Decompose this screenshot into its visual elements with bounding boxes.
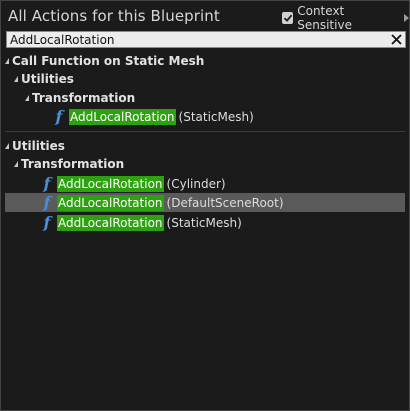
match-highlight: AddLocalRotation (69, 108, 176, 125)
match-highlight: AddLocalRotation (57, 214, 164, 231)
action-item[interactable]: f AddLocalRotation (StaticMesh) (1, 107, 410, 126)
checkmark-icon (283, 14, 292, 22)
function-f-icon: f (43, 174, 51, 193)
expand-triangle-icon[interactable] (25, 94, 29, 101)
context-sensitive-checkbox[interactable] (282, 12, 294, 24)
category-call-function-static-mesh[interactable]: Call Function on Static Mesh (1, 51, 410, 70)
search-box[interactable] (6, 31, 406, 48)
match-highlight: AddLocalRotation (57, 194, 164, 211)
action-context: (StaticMesh) (178, 109, 254, 124)
group-separator (5, 131, 405, 132)
function-f-icon: f (43, 213, 51, 232)
expand-triangle-icon[interactable] (5, 142, 9, 149)
expand-triangle-icon[interactable] (14, 75, 18, 82)
category-utilities[interactable]: Utilities (1, 136, 410, 155)
category-transformation[interactable]: Transformation (1, 88, 410, 107)
category-label: Transformation (21, 156, 125, 171)
action-item-selected[interactable]: f AddLocalRotation (DefaultSceneRoot) (5, 193, 405, 212)
category-label: Call Function on Static Mesh (12, 53, 205, 68)
category-utilities[interactable]: Utilities (1, 69, 410, 88)
function-f-icon: f (43, 193, 51, 212)
action-item[interactable]: f AddLocalRotation (Cylinder) (1, 174, 410, 193)
context-options-arrow-icon[interactable] (404, 14, 409, 22)
menu-title: All Actions for this Blueprint (8, 7, 220, 25)
action-item[interactable]: f AddLocalRotation (StaticMesh) (1, 213, 410, 232)
match-highlight: AddLocalRotation (57, 175, 164, 192)
category-label: Utilities (12, 138, 65, 153)
category-label: Utilities (21, 71, 74, 86)
action-tree: Call Function on Static Mesh Utilities T… (1, 51, 409, 406)
close-x-icon[interactable] (390, 33, 403, 46)
action-context: (StaticMesh) (166, 215, 242, 230)
action-context: (Cylinder) (166, 176, 226, 191)
function-f-icon: f (55, 107, 63, 126)
action-menu-header: All Actions for this Blueprint Context S… (1, 1, 409, 32)
category-label: Transformation (32, 90, 136, 105)
search-input[interactable] (10, 32, 380, 47)
expand-triangle-icon[interactable] (5, 57, 9, 64)
action-menu-panel: All Actions for this Blueprint Context S… (0, 0, 410, 411)
expand-triangle-icon[interactable] (14, 160, 18, 167)
category-transformation[interactable]: Transformation (1, 154, 410, 173)
context-sensitive-toggle[interactable]: Context Sensitive (282, 4, 409, 32)
context-sensitive-label: Context Sensitive (297, 4, 352, 32)
action-context: (DefaultSceneRoot) (166, 195, 284, 210)
